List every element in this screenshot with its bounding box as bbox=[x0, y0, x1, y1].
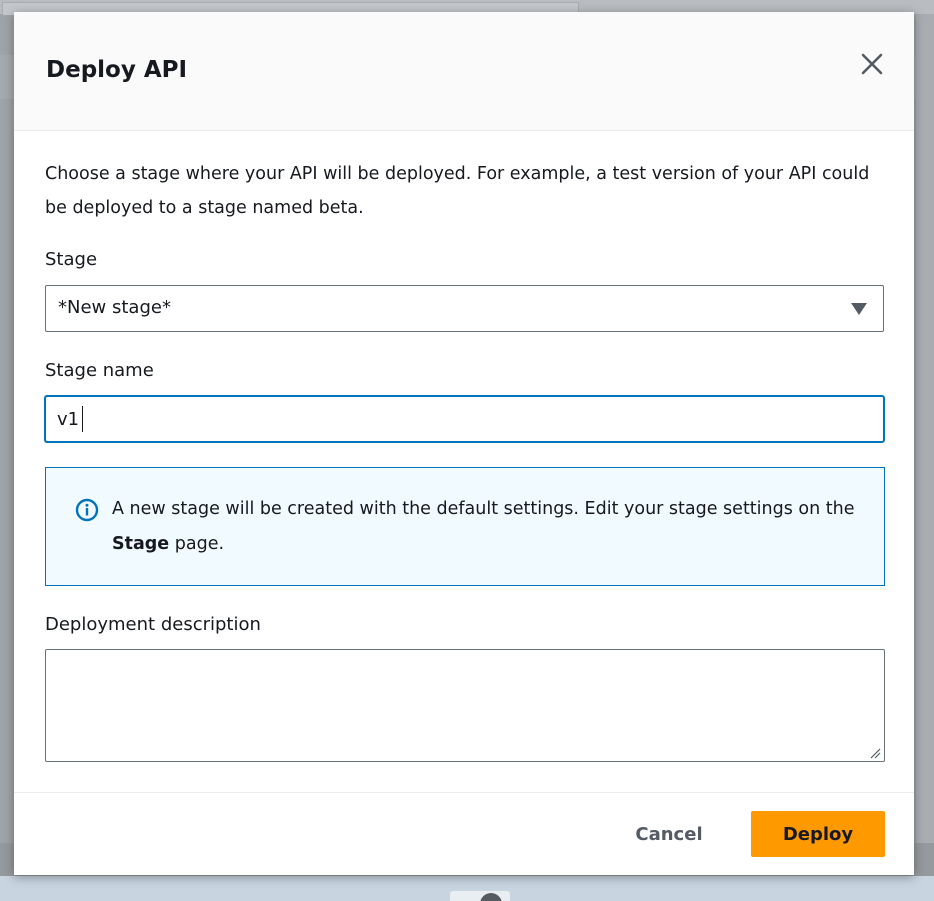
info-text-bold: Stage bbox=[112, 534, 170, 554]
stage-name-label: Stage name bbox=[45, 360, 154, 381]
footer-divider bbox=[14, 792, 914, 793]
modal-description: Choose a stage where your API will be de… bbox=[45, 164, 870, 218]
background-right-column bbox=[916, 14, 934, 854]
info-icon bbox=[75, 498, 99, 522]
stage-name-input[interactable] bbox=[44, 395, 885, 443]
stage-select[interactable]: *New stage* bbox=[45, 285, 884, 332]
cancel-button[interactable]: Cancel bbox=[614, 812, 724, 856]
modal-header: Deploy API bbox=[14, 12, 914, 131]
stage-label: Stage bbox=[45, 249, 98, 270]
close-button[interactable] bbox=[856, 48, 888, 80]
resize-handle-icon[interactable] bbox=[869, 747, 881, 759]
deploy-button[interactable]: Deploy bbox=[751, 811, 885, 857]
deployment-description-label: Deployment description bbox=[45, 614, 261, 635]
close-icon bbox=[861, 53, 883, 75]
deploy-api-modal: Deploy API Choose a stage where your API… bbox=[14, 12, 914, 875]
caret-down-icon bbox=[851, 303, 867, 315]
text-cursor bbox=[82, 406, 83, 432]
modal-title: Deploy API bbox=[46, 57, 188, 83]
info-alert: A new stage will be created with the def… bbox=[45, 467, 885, 586]
info-text: A new stage will be created with the def… bbox=[112, 492, 872, 562]
info-text-after: page. bbox=[169, 534, 225, 554]
stage-select-value: *New stage* bbox=[58, 297, 171, 318]
info-text-before: A new stage will be created with the def… bbox=[112, 499, 855, 519]
deployment-description-textarea[interactable] bbox=[45, 649, 885, 762]
